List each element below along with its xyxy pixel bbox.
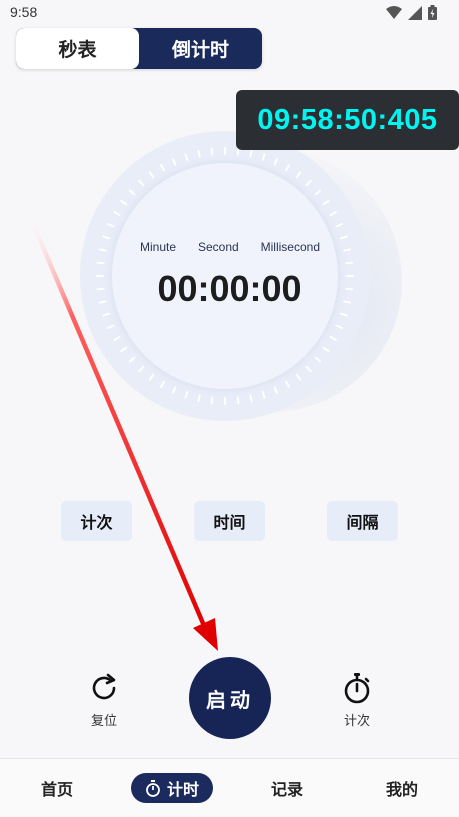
dial-tick [210, 147, 214, 156]
lap-label: 计次 [343, 714, 370, 729]
timer-nav-icon [146, 779, 160, 797]
dial-tick [148, 171, 155, 179]
signal-icon [408, 5, 422, 20]
stopwatch-icon [344, 673, 370, 704]
dial-tick [102, 312, 110, 317]
reset-label: 复位 [90, 714, 117, 729]
dial-tick [102, 235, 110, 240]
unit-second: Second [197, 240, 239, 254]
unit-millisecond: Millisecond [260, 240, 320, 254]
dial-tick [305, 365, 312, 373]
dial-tick [322, 346, 330, 353]
lap-control[interactable]: 计次 [336, 672, 378, 729]
dial-tick [329, 211, 337, 216]
dial-tick [261, 391, 266, 399]
dial-tick [107, 324, 115, 330]
dial-tick [148, 373, 155, 381]
dial-tick [113, 336, 121, 341]
dial-tick [329, 336, 337, 341]
dial-tick [98, 248, 107, 252]
dial-tick [138, 179, 145, 187]
status-icons [386, 5, 437, 20]
battery-icon [428, 5, 437, 20]
dial-tick [273, 386, 279, 394]
dial-tick [184, 153, 189, 161]
dial-tick [171, 158, 177, 166]
tab-stopwatch[interactable]: 秒表 [16, 28, 139, 69]
dial-tick [171, 386, 177, 394]
dial-tick [197, 394, 201, 403]
lap-count-button[interactable]: 计次 [61, 501, 132, 541]
dial-tick [322, 199, 330, 206]
dial-tick [273, 158, 279, 166]
dial-tick [345, 261, 354, 265]
start-button[interactable]: 启动 [189, 657, 271, 739]
dial-tick [335, 222, 343, 228]
unit-minute: Minute [140, 240, 177, 254]
dial-tick [197, 149, 201, 158]
dial-tick [314, 356, 322, 363]
dial-tick [184, 391, 189, 399]
dial-tick [295, 171, 302, 179]
dial-tick [128, 356, 136, 363]
dial-tick [113, 211, 121, 216]
dial-tick [340, 312, 348, 317]
dial-tick [285, 380, 290, 388]
interval-button[interactable]: 间隔 [327, 501, 398, 541]
reset-icon [92, 673, 116, 700]
overlay-clock: 09:58:50:405 [236, 90, 459, 150]
tab-countdown[interactable]: 倒计时 [139, 28, 262, 69]
mode-switch: 秒表 倒计时 [16, 28, 262, 69]
nav-timer[interactable]: 计时 [131, 773, 213, 803]
dial-tick [138, 365, 145, 373]
dial-tick [160, 380, 165, 388]
time-readout: 00:00:00 [157, 268, 302, 309]
dial-tick [305, 179, 312, 187]
dial-tick [261, 153, 266, 161]
nav-mine[interactable]: 我的 [383, 773, 421, 803]
status-bar: 9:58 [0, 0, 459, 26]
dial-tick [249, 394, 253, 403]
dial-tick [236, 396, 240, 405]
dial-tick [340, 235, 348, 240]
reset-control[interactable]: 复位 [83, 672, 125, 729]
nav-home[interactable]: 首页 [38, 773, 76, 803]
dial-tick [236, 147, 240, 156]
nav-records[interactable]: 记录 [268, 773, 306, 803]
dial-tick [128, 189, 136, 196]
nav-timer-label: 计时 [167, 780, 200, 799]
time-units: Minute Second Millisecond [140, 240, 320, 254]
dial-tick [160, 164, 165, 172]
status-time: 9:58 [10, 4, 38, 20]
bottom-nav: 首页 计时 记录 我的 [0, 758, 459, 817]
dial-tick [120, 199, 128, 206]
dial-tick [343, 248, 352, 252]
dial-tick [96, 261, 105, 265]
dial-tick [295, 373, 302, 381]
dial-tick [210, 396, 214, 405]
dial-tick [285, 164, 290, 172]
dial-tick [120, 346, 128, 353]
time-button[interactable]: 时间 [194, 501, 265, 541]
dial-tick [335, 324, 343, 330]
dial-tick [249, 149, 253, 158]
dial-tick [314, 189, 322, 196]
dial-tick [107, 222, 115, 228]
wifi-icon [386, 5, 402, 19]
